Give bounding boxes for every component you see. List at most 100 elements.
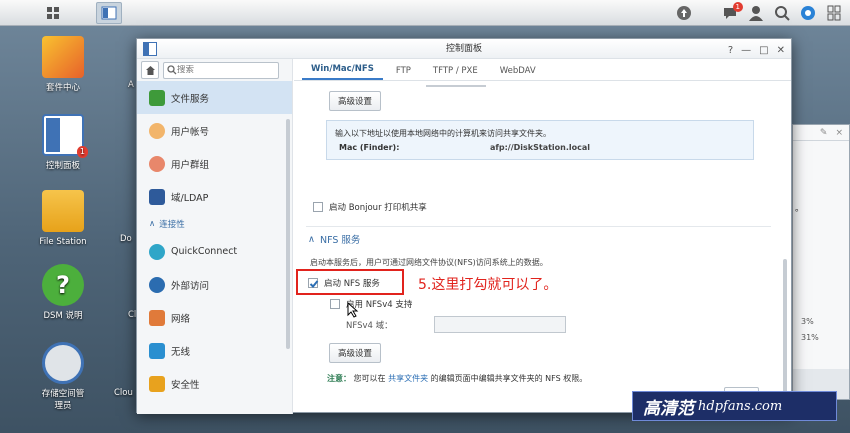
sidebar-item-external-access[interactable]: 外部访问: [137, 268, 292, 301]
desktop-icon-label: Do: [120, 234, 132, 244]
sidebar-item-label: 无线: [171, 346, 191, 358]
annotation-text: 5.这里打勾就可以了。: [418, 277, 558, 293]
nfsv4-domain-row: NFSv4 域：: [346, 316, 566, 333]
widget-header: ✎ ×: [793, 125, 849, 141]
tab-webdav[interactable]: WebDAV: [491, 66, 545, 80]
sidebar-section-connectivity[interactable]: ∧ 连接性: [137, 213, 292, 235]
sidebar-item-label: 网络: [171, 313, 191, 325]
info-text: 输入以下地址以使用本地网络中的计算机来访问共享文件夹。: [335, 129, 551, 138]
main-scrollbar[interactable]: [783, 259, 787, 399]
sidebar-item-wireless[interactable]: 无线: [137, 334, 292, 367]
globe-icon: [149, 276, 165, 293]
chevron-up-icon: ∧: [308, 233, 315, 245]
domain-icon: [149, 188, 165, 205]
notification-icon[interactable]: 1: [720, 2, 743, 23]
sidebar-item-domain-ldap[interactable]: 域/LDAP: [137, 180, 292, 213]
control-panel-icon: 1: [42, 114, 88, 158]
memory-value: 31%: [801, 333, 819, 342]
group-icon: [149, 155, 165, 172]
bonjour-checkbox[interactable]: [313, 202, 323, 212]
taskbar-tray: 1: [674, 2, 844, 23]
nfs-advanced-settings-button[interactable]: 高级设置: [329, 343, 382, 363]
shield-icon: [149, 375, 165, 392]
sidebar-item-label: 域/LDAP: [171, 192, 209, 204]
widgets-icon[interactable]: [798, 3, 818, 23]
main-panel: Win/Mac/NFS FTP TFTP / PXE WebDAV 高级设置 输…: [294, 59, 791, 414]
minimize-icon[interactable]: —: [741, 41, 751, 61]
user-icon[interactable]: [746, 3, 766, 23]
nfs-section-header[interactable]: ∧ NFS 服务: [308, 232, 361, 247]
control-panel-icon: [101, 6, 117, 20]
nfs-enable-label: 启动 NFS 服务: [324, 279, 380, 289]
nfsv4-domain-input[interactable]: [434, 316, 566, 333]
watermark-logo: 高清范 hdpfans.com: [632, 391, 837, 421]
maximize-icon[interactable]: □: [759, 41, 768, 61]
desktop-icon-storage-manager[interactable]: 存储空间管理员: [26, 342, 100, 412]
desktop-icon-dsm-help[interactable]: ? DSM 说明: [26, 264, 100, 322]
desktop-icon-control-panel[interactable]: 1 控制面板: [26, 114, 100, 172]
sidebar-toolbar: [137, 59, 292, 81]
divider: [306, 226, 771, 227]
nfs-section-title: NFS 服务: [319, 235, 361, 246]
nfs-enable-checkbox[interactable]: [308, 278, 319, 288]
window-title: 控制面板: [445, 44, 482, 54]
mac-address-row: Mac (Finder): afp://DiskStation.local: [335, 141, 745, 155]
tab-ftp[interactable]: FTP: [387, 66, 420, 80]
control-panel-badge: 1: [76, 146, 88, 158]
notification-badge: 1: [732, 2, 743, 12]
desktop-icon-label: 套件中心: [45, 83, 80, 93]
sidebar-section-label: 连接性: [159, 220, 185, 230]
package-center-icon: [42, 36, 84, 78]
quickconnect-icon: [149, 243, 165, 260]
sidebar-scrollbar[interactable]: [286, 119, 290, 349]
home-icon: [145, 65, 155, 75]
home-button[interactable]: [141, 61, 159, 79]
pin-icon[interactable]: ✎: [820, 128, 828, 138]
close-icon[interactable]: ×: [835, 128, 843, 138]
windows-overview-icon[interactable]: [824, 3, 844, 23]
watermark-cn: 高清范: [643, 398, 694, 419]
cpu-value: 3%: [801, 317, 814, 326]
nfsv4-checkbox[interactable]: [330, 299, 340, 309]
search-input[interactable]: [177, 65, 272, 75]
tab-tftp-pxe[interactable]: TFTP / PXE: [424, 66, 487, 80]
sidebar-item-quickconnect[interactable]: QuickConnect: [137, 235, 292, 268]
bonjour-row: 启动 Bonjour 打印机共享: [313, 201, 427, 213]
main-menu-button[interactable]: [40, 2, 66, 24]
desktop-icon-package-center[interactable]: 套件中心: [26, 36, 100, 94]
advanced-settings-button[interactable]: 高级设置: [329, 91, 382, 111]
file-services-icon: [149, 89, 165, 106]
sidebar-item-label: 文件服务: [171, 93, 210, 105]
address-info-box: 输入以下地址以使用本地网络中的计算机来访问共享文件夹。 Mac (Finder)…: [326, 120, 754, 160]
network-icon: [149, 309, 165, 326]
help-icon[interactable]: ?: [728, 41, 733, 61]
note-text-pre: 您可以在: [353, 374, 386, 383]
close-icon[interactable]: ✕: [777, 41, 785, 61]
mac-label: Mac (Finder):: [339, 143, 400, 152]
sidebar-item-network[interactable]: 网络: [137, 301, 292, 334]
nfs-note: 注意： 您可以在 共享文件夹 的编辑页面中编辑共享文件夹的 NFS 权限。: [327, 373, 587, 384]
sidebar-item-label: 外部访问: [171, 280, 210, 292]
upload-status-icon[interactable]: [674, 3, 694, 23]
desktop-icon-label: File Station: [39, 237, 87, 247]
desktop-icon-file-station[interactable]: File Station: [26, 190, 100, 248]
taskbar-control-panel-button[interactable]: [96, 2, 122, 24]
sidebar-item-user[interactable]: 用户帐号: [137, 114, 292, 147]
search-icon[interactable]: [772, 3, 792, 23]
desktop-icon-label: A: [128, 80, 134, 90]
desktop-icon-label: 控制面板: [45, 161, 80, 171]
sidebar-item-label: 用户帐号: [171, 126, 210, 138]
widget-text: 。: [795, 204, 805, 214]
help-icon: ?: [42, 264, 84, 306]
tab-win-mac-nfs[interactable]: Win/Mac/NFS: [302, 64, 383, 80]
desktop-icon-label: DSM 说明: [43, 311, 83, 321]
desktop-icon-label: Clou: [114, 388, 133, 398]
taskbar: 1: [0, 0, 850, 26]
folder-icon: [42, 190, 84, 232]
sidebar-item-group[interactable]: 用户群组: [137, 147, 292, 180]
sidebar-item-security[interactable]: 安全性: [137, 367, 292, 400]
sidebar-item-file-services[interactable]: 文件服务: [137, 81, 292, 114]
window-titlebar[interactable]: 控制面板 ? — □ ✕: [137, 39, 791, 59]
wifi-icon: [149, 342, 165, 359]
shared-folder-link[interactable]: 共享文件夹: [388, 374, 428, 383]
